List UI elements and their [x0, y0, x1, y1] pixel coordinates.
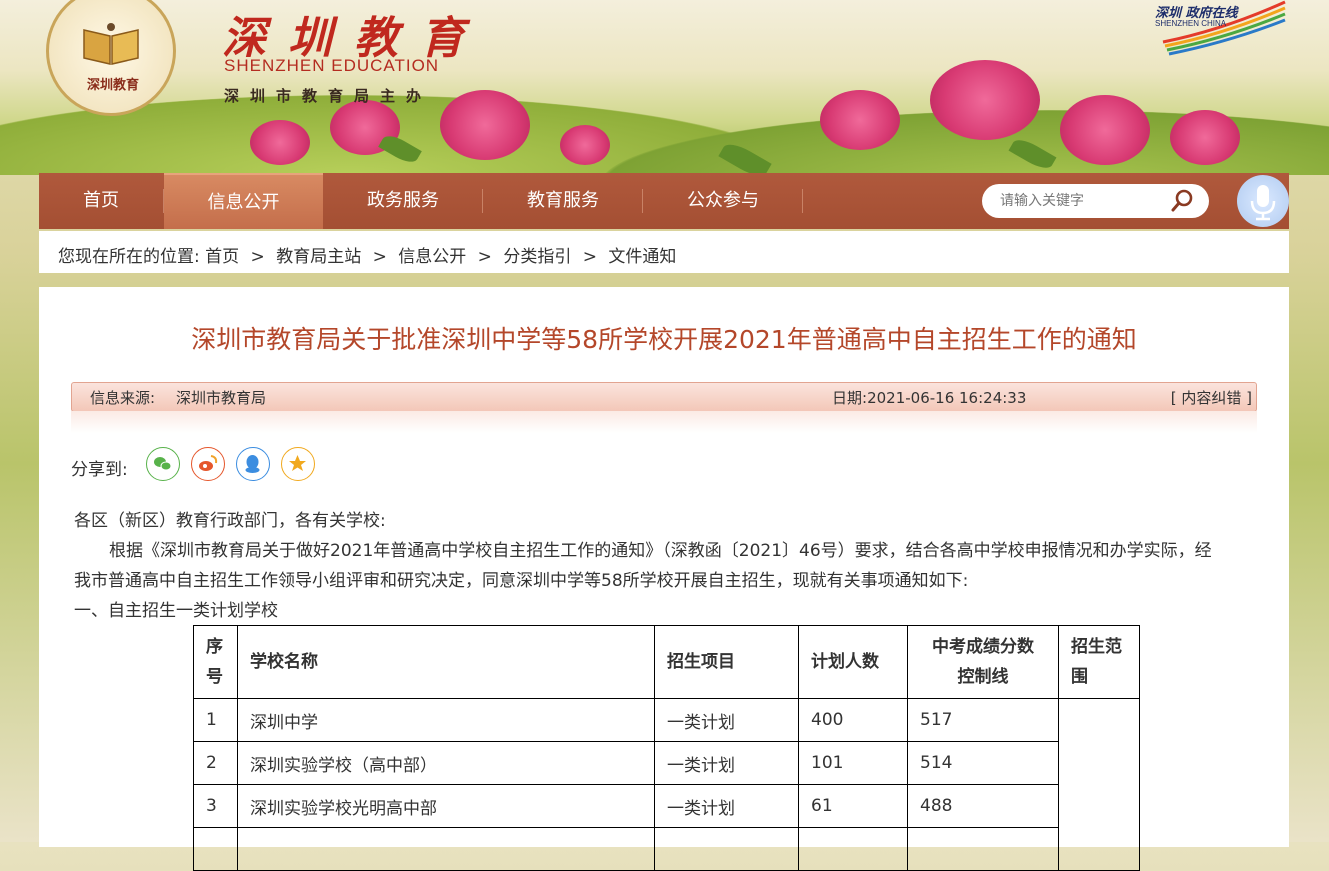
nav-item-gov-service[interactable]: 政务服务: [323, 173, 483, 229]
paragraph-line: 根据《深圳市教育局关于做好2021年普通高中学校自主招生工作的通知》（深教函〔2…: [109, 541, 1212, 561]
flower-decoration: [250, 120, 310, 165]
flower-decoration: [930, 60, 1040, 140]
voice-search-button[interactable]: [1237, 175, 1289, 227]
header-school: 学校名称: [237, 625, 655, 699]
table-header-row: 序号 学校名称 招生项目 计划人数 中考成绩分数 控制线 招生范围: [193, 625, 1140, 699]
cell-score: 488: [907, 784, 1059, 828]
cell-no: 1: [193, 698, 238, 742]
search-icon[interactable]: [1170, 189, 1194, 213]
flower-decoration: [560, 125, 610, 165]
breadcrumb: 您现在所在的位置: 首页 > 教育局主站 > 信息公开 > 分类指引 > 文件通…: [58, 242, 676, 267]
cell-plan: [798, 827, 908, 871]
qzone-icon[interactable]: [281, 447, 315, 481]
main-nav: 首页 信息公开 政务服务 教育服务 公众参与: [39, 173, 1289, 229]
header-text: 围: [1071, 667, 1088, 687]
flower-decoration: [440, 90, 530, 160]
site-subtitle: 深圳市教育局主办: [224, 87, 433, 105]
source-label: 信息来源:: [90, 389, 156, 407]
header-text: 招生范: [1071, 637, 1122, 657]
nav-item-home[interactable]: 首页: [39, 173, 163, 229]
cell-project: 一类计划: [654, 698, 799, 742]
breadcrumb-info-public[interactable]: 信息公开: [398, 247, 466, 267]
cell-school: 深圳实验学校光明高中部: [237, 784, 655, 828]
header-text: 控制线: [957, 667, 1009, 687]
article-title: 深圳市教育局关于批准深圳中学等58所学校开展2021年普通高中自主招生工作的通知: [191, 325, 1137, 354]
site-banner: 深圳教育 深圳教育 SHENZHEN EDUCATION 深圳市教育局主办 深圳…: [0, 0, 1329, 175]
report-error-link[interactable]: [ 内容纠错 ]: [1171, 387, 1252, 408]
header-score: 中考成绩分数 控制线: [907, 625, 1059, 699]
table-row: [193, 827, 1140, 871]
cell-no: 2: [193, 741, 238, 785]
school-table: 序号 学校名称 招生项目 计划人数 中考成绩分数 控制线 招生范围 1 深圳中学 …: [193, 625, 1140, 871]
header-text: 中考成绩分数: [932, 637, 1034, 657]
share-label: 分享到:: [71, 460, 128, 480]
header-project: 招生项目: [654, 625, 799, 699]
flower-decoration: [820, 90, 900, 150]
flower-decoration: [1060, 95, 1150, 165]
weibo-icon[interactable]: [191, 447, 225, 481]
header-range: 招生范围: [1058, 625, 1140, 699]
cell-score: 514: [907, 741, 1059, 785]
portal-name-en: SHENZHEN CHINA: [1155, 19, 1227, 28]
logo-text: 深圳教育: [86, 78, 139, 93]
cell-score: 517: [907, 698, 1059, 742]
table-row: 1 深圳中学 一类计划 400 517: [193, 698, 1140, 871]
site-title-en: SHENZHEN EDUCATION: [224, 56, 440, 75]
cell-school: 深圳中学: [237, 698, 655, 742]
breadcrumb-separator: >: [477, 247, 492, 267]
cell-score: [907, 827, 1059, 871]
microphone-icon: [1250, 185, 1276, 221]
wechat-icon[interactable]: [146, 447, 180, 481]
header-text: 号: [206, 667, 223, 687]
breadcrumb-separator: >: [250, 247, 265, 267]
cell-plan: 400: [798, 698, 908, 742]
flower-decoration: [1170, 110, 1240, 165]
greeting-text: 各区（新区）教育行政部门，各有关学校:: [74, 511, 386, 531]
breadcrumb-bar: 您现在所在的位置: 首页 > 教育局主站 > 信息公开 > 分类指引 > 文件通…: [39, 231, 1289, 273]
article-info-bar: 信息来源: 深圳市教育局 日期:2021-06-16 16:24:33 [ 内容…: [71, 382, 1257, 412]
cell-plan: 101: [798, 741, 908, 785]
breadcrumb-category[interactable]: 分类指引: [503, 247, 571, 267]
breadcrumb-edu-bureau[interactable]: 教育局主站: [276, 247, 361, 267]
header-plan: 计划人数: [798, 625, 908, 699]
cell-range: [1058, 698, 1140, 871]
paragraph-line: 我市普通高中自主招生工作领导小组评审和研究决定，同意深圳中学等58所学校开展自主…: [74, 571, 969, 591]
nav-item-public-participation[interactable]: 公众参与: [643, 173, 803, 229]
nav-divider: [802, 189, 803, 213]
publish-date: 日期:2021-06-16 16:24:33: [832, 387, 1026, 408]
header-text: 序: [206, 637, 223, 657]
book-icon: [83, 23, 139, 65]
header-no: 序号: [193, 625, 238, 699]
cell-school: [237, 827, 655, 871]
article-content: 深圳市教育局关于批准深圳中学等58所学校开展2021年普通高中自主招生工作的通知…: [39, 287, 1289, 871]
breadcrumb-separator: >: [372, 247, 387, 267]
breadcrumb-prefix: 您现在所在的位置:: [58, 247, 200, 267]
breadcrumb-file-notice[interactable]: 文件通知: [608, 247, 676, 267]
nav-item-info-public[interactable]: 信息公开: [164, 173, 323, 229]
section-heading: 一、自主招生一类计划学校: [74, 601, 278, 621]
breadcrumb-home[interactable]: 首页: [205, 247, 239, 267]
qq-icon[interactable]: [236, 447, 270, 481]
cell-plan: 61: [798, 784, 908, 828]
cell-no: [193, 827, 238, 871]
nav-item-edu-service[interactable]: 教育服务: [483, 173, 643, 229]
breadcrumb-separator: >: [582, 247, 597, 267]
cell-project: 一类计划: [654, 784, 799, 828]
cell-project: [654, 827, 799, 871]
date-label: 日期:: [832, 389, 868, 407]
source-value: 深圳市教育局: [176, 389, 267, 407]
table-row: 2 深圳实验学校（高中部） 一类计划 101 514: [193, 741, 1140, 785]
search-input[interactable]: [1000, 192, 1170, 210]
info-bar-shadow: [71, 411, 1257, 433]
cell-project: 一类计划: [654, 741, 799, 785]
cell-no: 3: [193, 784, 238, 828]
date-value: 2021-06-16 16:24:33: [867, 389, 1027, 407]
cell-school: 深圳实验学校（高中部）: [237, 741, 655, 785]
search-box: [982, 184, 1209, 218]
table-row: 3 深圳实验学校光明高中部 一类计划 61 488: [193, 784, 1140, 828]
